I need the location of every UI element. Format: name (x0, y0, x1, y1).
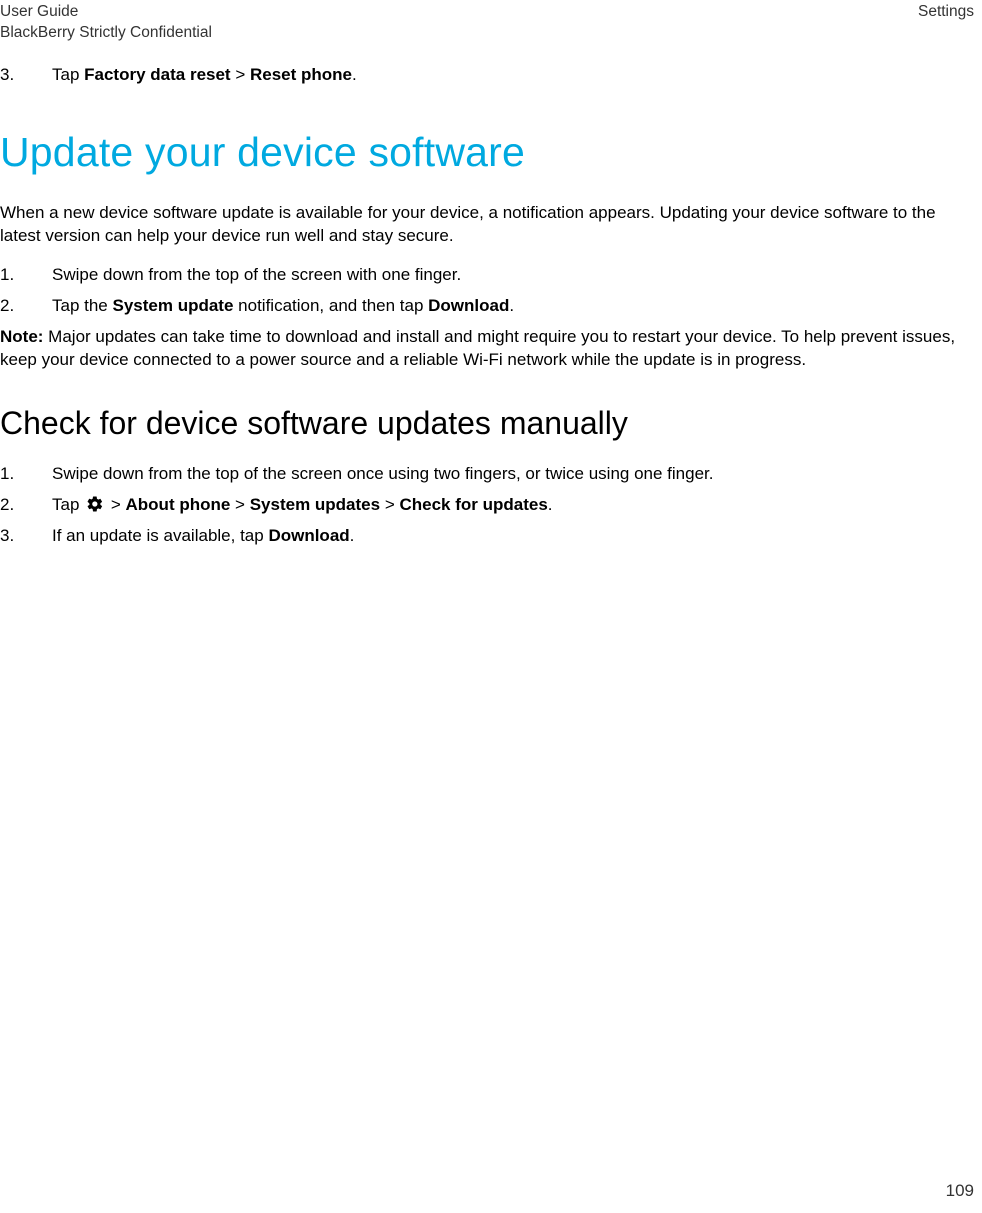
list-item: 1. Swipe down from the top of the screen… (0, 463, 974, 486)
step-number: 1. (0, 463, 52, 486)
subsection-heading: Check for device software updates manual… (0, 402, 974, 445)
step-number: 2. (0, 295, 52, 318)
list-item: 3. If an update is available, tap Downlo… (0, 525, 974, 548)
step-text: Tap Factory data reset > Reset phone. (52, 64, 974, 87)
step-text: Swipe down from the top of the screen on… (52, 463, 974, 486)
step-number: 1. (0, 264, 52, 287)
update-steps: 1. Swipe down from the top of the screen… (0, 264, 974, 318)
manual-check-steps: 1. Swipe down from the top of the screen… (0, 463, 974, 548)
list-item: 2. Tap > About phone > System updates > … (0, 494, 974, 517)
list-item: 2. Tap the System update notification, a… (0, 295, 974, 318)
step-text: If an update is available, tap Download. (52, 525, 974, 548)
note-paragraph: Note: Major updates can take time to dow… (0, 326, 974, 372)
note-label: Note: (0, 327, 43, 346)
step-text: Swipe down from the top of the screen wi… (52, 264, 974, 287)
step-number: 2. (0, 494, 52, 517)
settings-icon (86, 495, 104, 513)
carryover-steps: 3. Tap Factory data reset > Reset phone. (0, 64, 974, 87)
header-title: User Guide (0, 2, 212, 23)
header-section: Settings (918, 2, 974, 23)
note-text: Major updates can take time to download … (0, 327, 955, 369)
step-text: Tap > About phone > System updates > Che… (52, 494, 974, 517)
intro-paragraph: When a new device software update is ava… (0, 202, 974, 248)
step-number: 3. (0, 525, 52, 548)
list-item: 1. Swipe down from the top of the screen… (0, 264, 974, 287)
page-content: 3. Tap Factory data reset > Reset phone.… (0, 44, 974, 548)
step-text: Tap the System update notification, and … (52, 295, 974, 318)
step-number: 3. (0, 64, 52, 87)
header-subtitle: BlackBerry Strictly Confidential (0, 23, 212, 44)
section-heading: Update your device software (0, 125, 974, 180)
list-item: 3. Tap Factory data reset > Reset phone. (0, 64, 974, 87)
page-header: User Guide BlackBerry Strictly Confident… (0, 0, 974, 44)
page-number: 109 (946, 1180, 974, 1203)
header-left: User Guide BlackBerry Strictly Confident… (0, 2, 212, 44)
